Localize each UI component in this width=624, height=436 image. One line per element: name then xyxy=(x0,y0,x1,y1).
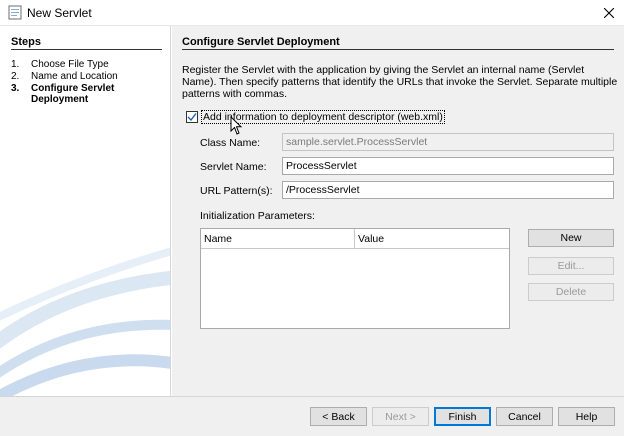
step-configure-servlet-deployment: 3. Configure Servlet Deployment xyxy=(11,83,114,107)
edit-param-button[interactable]: Edit... xyxy=(528,257,614,275)
init-params-table[interactable]: Name Value xyxy=(200,228,510,329)
url-pattern-field[interactable]: /ProcessServlet xyxy=(282,181,614,199)
help-button[interactable]: Help xyxy=(558,407,615,426)
class-name-label: Class Name: xyxy=(200,137,261,149)
new-param-button[interactable]: New xyxy=(528,229,614,247)
step-number: 2. xyxy=(11,71,20,82)
cancel-button[interactable]: Cancel xyxy=(496,407,553,426)
netbeans-app-icon xyxy=(8,5,22,20)
column-header-name[interactable]: Name xyxy=(201,229,355,249)
panel-divider xyxy=(182,49,614,50)
checkmark-icon xyxy=(187,113,197,122)
step-label: Name and Location xyxy=(31,71,118,82)
finish-button[interactable]: Finish xyxy=(434,407,491,426)
class-name-field: sample.servlet.ProcessServlet xyxy=(282,133,614,151)
close-icon xyxy=(604,8,614,18)
mouse-cursor-icon xyxy=(230,116,243,135)
delete-param-button[interactable]: Delete xyxy=(528,283,614,301)
url-pattern-label: URL Pattern(s): xyxy=(200,185,273,197)
step-number: 3. xyxy=(11,83,20,94)
back-button[interactable]: < Back xyxy=(310,407,367,426)
step-name-and-location: 2. Name and Location xyxy=(11,71,118,82)
init-params-label: Initialization Parameters: xyxy=(200,210,315,222)
column-header-value[interactable]: Value xyxy=(355,229,509,249)
steps-heading: Steps xyxy=(11,36,41,48)
title-bar: New Servlet xyxy=(0,0,624,26)
panel-title: Configure Servlet Deployment xyxy=(182,36,340,48)
panel-description: Register the Servlet with the applicatio… xyxy=(182,64,618,100)
deployment-descriptor-checkbox[interactable] xyxy=(186,111,198,123)
step-number: 1. xyxy=(11,59,20,70)
steps-divider xyxy=(11,49,162,50)
servlet-name-field[interactable]: ProcessServlet xyxy=(282,157,614,175)
step-label: Configure Servlet Deployment xyxy=(31,83,115,105)
servlet-name-label: Servlet Name: xyxy=(200,161,267,173)
configure-deployment-panel: Configure Servlet Deployment Register th… xyxy=(172,26,624,396)
next-button[interactable]: Next > xyxy=(372,407,429,426)
close-button[interactable] xyxy=(594,0,624,26)
steps-pane: Steps 1. Choose File Type 2. Name and Loca… xyxy=(0,26,171,396)
wizard-footer: < Back Next > Finish Cancel Help xyxy=(0,396,624,436)
step-label: Choose File Type xyxy=(31,59,109,70)
deployment-descriptor-checkbox-row[interactable]: Add information to deployment descriptor… xyxy=(186,110,445,124)
window-title: New Servlet xyxy=(27,6,92,20)
step-choose-file-type: 1. Choose File Type xyxy=(11,59,109,70)
